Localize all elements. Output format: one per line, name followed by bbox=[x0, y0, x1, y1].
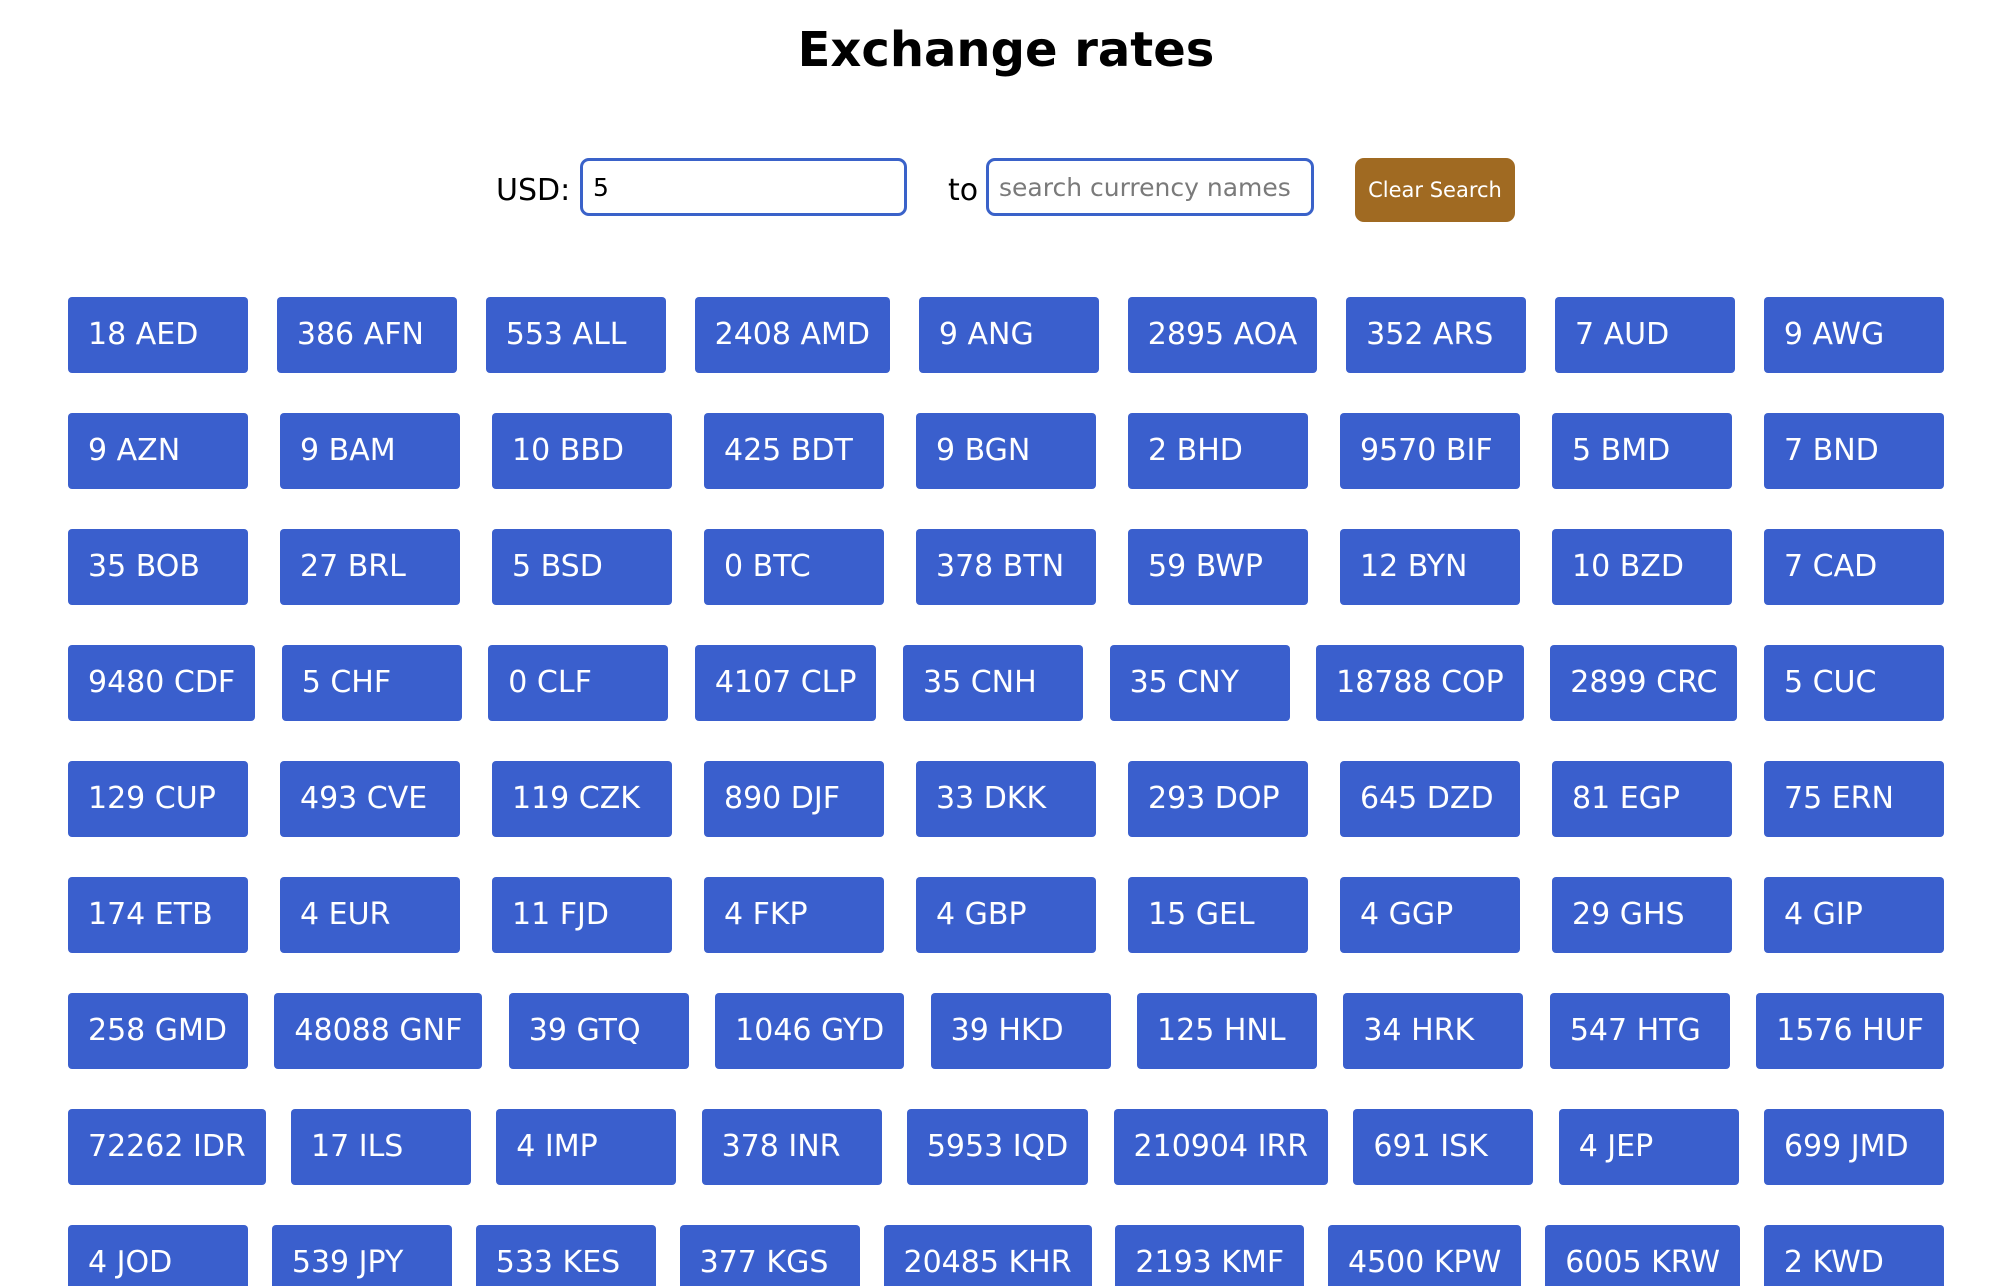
currency-rate-chip[interactable]: 4 GGP bbox=[1340, 877, 1520, 953]
currency-rate-chip[interactable]: 2408 AMD bbox=[694, 297, 891, 373]
currency-rate-chip[interactable]: 59 BWP bbox=[1128, 529, 1308, 605]
currency-rate-chip[interactable]: 2 BHD bbox=[1128, 413, 1308, 489]
rates-row: 18 AED 386 AFN 553 ALL 2408 AMD 9 ANG 2895 AO… bbox=[68, 297, 1944, 373]
currency-rate-chip[interactable]: 10 BBD bbox=[492, 413, 672, 489]
currency-rate-chip[interactable]: 29 GHS bbox=[1552, 877, 1732, 953]
currency-rate-chip[interactable]: 9 AZN bbox=[68, 413, 248, 489]
rates-row: 9 AZN 9 BAM 10 BBD 425 BDT 9 BGN 2 BHD 9570 BI… bbox=[68, 413, 1944, 489]
currency-rate-chip[interactable]: 539 JPY bbox=[271, 1225, 452, 1286]
currency-rate-chip[interactable]: 33 DKK bbox=[916, 761, 1096, 837]
currency-rate-chip[interactable]: 4500 KPW bbox=[1328, 1225, 1522, 1286]
currency-rate-chip[interactable]: 378 BTN bbox=[916, 529, 1096, 605]
currency-rate-chip[interactable]: 4 GIP bbox=[1764, 877, 1944, 953]
currency-rate-chip[interactable]: 5 CUC bbox=[1763, 645, 1944, 721]
currency-rate-chip[interactable]: 18788 COP bbox=[1316, 645, 1524, 721]
currency-rate-chip[interactable]: 691 ISK bbox=[1353, 1109, 1534, 1185]
clear-search-button[interactable]: Clear Search bbox=[1355, 158, 1515, 222]
currency-rate-chip[interactable]: 81 EGP bbox=[1552, 761, 1732, 837]
currency-rate-chip[interactable]: 119 CZK bbox=[492, 761, 672, 837]
currency-rate-chip[interactable]: 386 AFN bbox=[276, 297, 457, 373]
currency-rate-chip[interactable]: 9 BGN bbox=[916, 413, 1096, 489]
currency-rate-chip[interactable]: 293 DOP bbox=[1128, 761, 1308, 837]
currency-rate-chip[interactable]: 0 BTC bbox=[704, 529, 884, 605]
currency-rate-chip[interactable]: 18 AED bbox=[68, 297, 248, 373]
to-label: to bbox=[948, 173, 979, 208]
currency-rate-chip[interactable]: 1576 HUF bbox=[1756, 993, 1944, 1069]
currency-rate-chip[interactable]: 2899 CRC bbox=[1550, 645, 1738, 721]
rates-row: 4 JOD 539 JPY 533 KES 377 KGS 20485 KHR 2193 … bbox=[68, 1225, 1944, 1286]
currency-rate-chip[interactable]: 5 CHF bbox=[281, 645, 462, 721]
currency-rate-chip[interactable]: 377 KGS bbox=[679, 1225, 860, 1286]
base-currency-label: USD: bbox=[496, 173, 571, 208]
currency-rate-chip[interactable]: 378 INR bbox=[701, 1109, 882, 1185]
currency-rate-chip[interactable]: 75 ERN bbox=[1764, 761, 1944, 837]
currency-rate-chip[interactable]: 2895 AOA bbox=[1127, 297, 1318, 373]
currency-rate-chip[interactable]: 7 CAD bbox=[1764, 529, 1944, 605]
currency-rate-chip[interactable]: 547 HTG bbox=[1549, 993, 1730, 1069]
exchange-rates-page: Exchange rates USD: to Clear Search 18 A… bbox=[0, 0, 2012, 1286]
currency-rate-chip[interactable]: 17 ILS bbox=[291, 1109, 472, 1185]
currency-rate-chip[interactable]: 7 BND bbox=[1764, 413, 1944, 489]
rates-row: 72262 IDR 17 ILS 4 IMP 378 INR 5953 IQD 21090… bbox=[68, 1109, 1944, 1185]
currency-rate-chip[interactable]: 39 GTQ bbox=[508, 993, 689, 1069]
rates-row: 258 GMD 48088 GNF 39 GTQ 1046 GYD 39 HKD 125 … bbox=[68, 993, 1944, 1069]
currency-rate-chip[interactable]: 4107 CLP bbox=[694, 645, 877, 721]
currency-rate-chip[interactable]: 20485 KHR bbox=[883, 1225, 1092, 1286]
currency-rate-chip[interactable]: 0 CLF bbox=[488, 645, 669, 721]
rates-grid: 18 AED 386 AFN 553 ALL 2408 AMD 9 ANG 2895 AO… bbox=[68, 297, 1944, 1286]
currency-rate-chip[interactable]: 125 HNL bbox=[1137, 993, 1318, 1069]
currency-rate-chip[interactable]: 35 CNY bbox=[1109, 645, 1290, 721]
currency-rate-chip[interactable]: 533 KES bbox=[475, 1225, 656, 1286]
currency-rate-chip[interactable]: 4 IMP bbox=[496, 1109, 677, 1185]
currency-rate-chip[interactable]: 9 ANG bbox=[918, 297, 1099, 373]
currency-rate-chip[interactable]: 2 KWD bbox=[1763, 1225, 1944, 1286]
currency-rate-chip[interactable]: 27 BRL bbox=[280, 529, 460, 605]
currency-rate-chip[interactable]: 11 FJD bbox=[492, 877, 672, 953]
currency-rate-chip[interactable]: 6005 KRW bbox=[1545, 1225, 1741, 1286]
currency-rate-chip[interactable]: 4 GBP bbox=[916, 877, 1096, 953]
currency-rate-chip[interactable]: 1046 GYD bbox=[715, 993, 905, 1069]
currency-rate-chip[interactable]: 4 JOD bbox=[68, 1225, 248, 1286]
currency-rate-chip[interactable]: 5953 IQD bbox=[906, 1109, 1089, 1185]
currency-rate-chip[interactable]: 35 BOB bbox=[68, 529, 248, 605]
currency-rate-chip[interactable]: 9 BAM bbox=[280, 413, 460, 489]
currency-rate-chip[interactable]: 174 ETB bbox=[68, 877, 248, 953]
currency-rate-chip[interactable]: 9570 BIF bbox=[1340, 413, 1520, 489]
rates-row: 174 ETB 4 EUR 11 FJD 4 FKP 4 GBP 15 GEL 4 GGP 2… bbox=[68, 877, 1944, 953]
currency-rate-chip[interactable]: 39 HKD bbox=[930, 993, 1111, 1069]
currency-rate-chip[interactable]: 35 CNH bbox=[903, 645, 1084, 721]
currency-rate-chip[interactable]: 9480 CDF bbox=[68, 645, 256, 721]
currency-rate-chip[interactable]: 645 DZD bbox=[1340, 761, 1520, 837]
currency-rate-chip[interactable]: 4 EUR bbox=[280, 877, 460, 953]
currency-rate-chip[interactable]: 7 AUD bbox=[1555, 297, 1736, 373]
rates-row: 35 BOB 27 BRL 5 BSD 0 BTC 378 BTN 59 BWP 12 BY… bbox=[68, 529, 1944, 605]
currency-rate-chip[interactable]: 425 BDT bbox=[704, 413, 884, 489]
currency-rate-chip[interactable]: 34 HRK bbox=[1343, 993, 1524, 1069]
currency-rate-chip[interactable]: 9 AWG bbox=[1763, 297, 1944, 373]
currency-rate-chip[interactable]: 4 FKP bbox=[704, 877, 884, 953]
amount-input[interactable] bbox=[580, 158, 907, 216]
currency-rate-chip[interactable]: 890 DJF bbox=[704, 761, 884, 837]
rates-row: 129 CUP 493 CVE 119 CZK 890 DJF 33 DKK 293 DO… bbox=[68, 761, 1944, 837]
currency-rate-chip[interactable]: 2193 KMF bbox=[1115, 1225, 1305, 1286]
currency-search-input[interactable] bbox=[986, 158, 1314, 216]
page-title: Exchange rates bbox=[797, 22, 1215, 78]
currency-rate-chip[interactable]: 10 BZD bbox=[1552, 529, 1732, 605]
currency-rate-chip[interactable]: 699 JMD bbox=[1763, 1109, 1944, 1185]
currency-rate-chip[interactable]: 258 GMD bbox=[68, 993, 248, 1069]
currency-rate-chip[interactable]: 352 ARS bbox=[1346, 297, 1527, 373]
rates-row: 9480 CDF 5 CHF 0 CLF 4107 CLP 35 CNH 35 CNY 18… bbox=[68, 645, 1944, 721]
currency-rate-chip[interactable]: 5 BSD bbox=[492, 529, 672, 605]
currency-rate-chip[interactable]: 12 BYN bbox=[1340, 529, 1520, 605]
currency-rate-chip[interactable]: 4 JEP bbox=[1558, 1109, 1739, 1185]
currency-rate-chip[interactable]: 5 BMD bbox=[1552, 413, 1732, 489]
currency-rate-chip[interactable]: 15 GEL bbox=[1128, 877, 1308, 953]
currency-rate-chip[interactable]: 48088 GNF bbox=[274, 993, 483, 1069]
currency-rate-chip[interactable]: 72262 IDR bbox=[68, 1109, 266, 1185]
currency-rate-chip[interactable]: 210904 IRR bbox=[1113, 1109, 1329, 1185]
currency-rate-chip[interactable]: 129 CUP bbox=[68, 761, 248, 837]
converter-bar: USD: to Clear Search bbox=[0, 158, 2012, 224]
currency-rate-chip[interactable]: 493 CVE bbox=[280, 761, 460, 837]
currency-rate-chip[interactable]: 553 ALL bbox=[485, 297, 666, 373]
